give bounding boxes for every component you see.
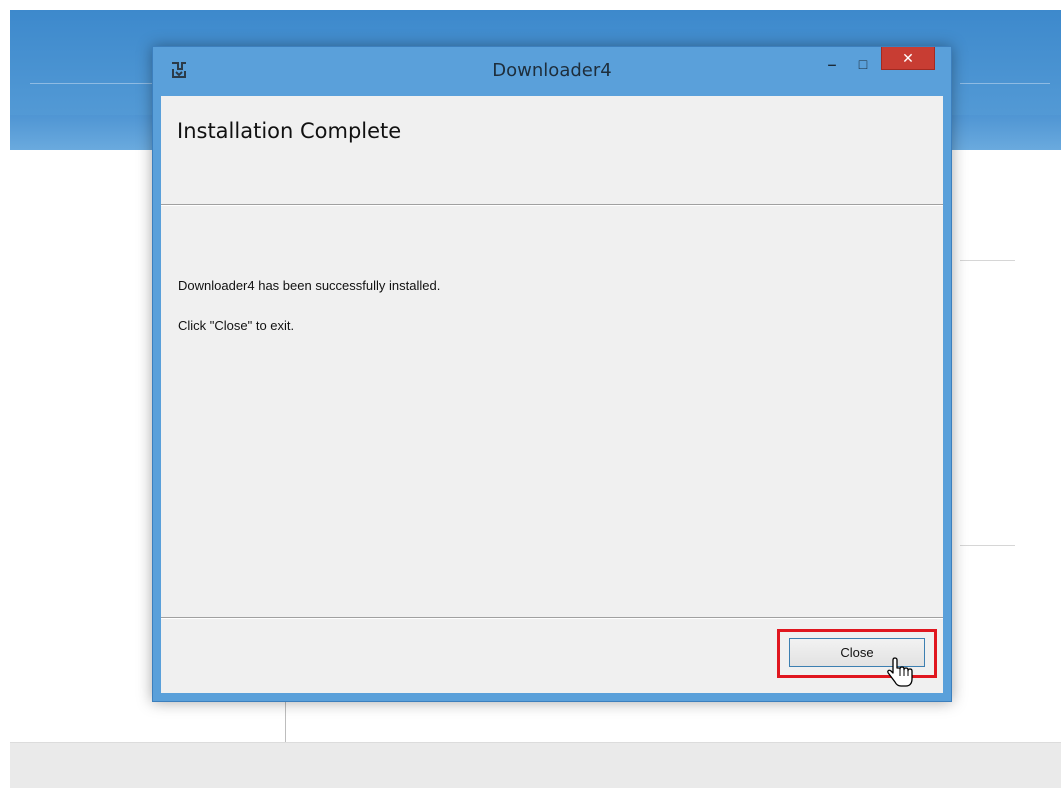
installer-dialog: Downloader4 ‒ □ ✕ Installation Complete …: [152, 46, 952, 702]
background-decoration: [30, 83, 170, 84]
close-glyph: ✕: [902, 49, 914, 66]
maximize-icon[interactable]: □: [849, 53, 877, 75]
header-panel: Installation Complete: [161, 96, 943, 206]
instruction-message: Click "Close" to exit.: [178, 318, 295, 333]
minimize-glyph: ‒: [828, 56, 836, 72]
close-icon[interactable]: ✕: [881, 47, 935, 70]
background-divider: [960, 545, 1015, 546]
minimize-icon[interactable]: ‒: [817, 53, 847, 75]
hand-pointer-icon: [886, 656, 916, 690]
background-divider: [960, 260, 1015, 261]
background-decoration: [960, 83, 1050, 84]
maximize-glyph: □: [858, 56, 868, 72]
page-title: Installation Complete: [177, 119, 402, 143]
footer-divider-highlight: [161, 618, 943, 619]
success-message: Downloader4 has been successfully instal…: [178, 278, 441, 293]
dialog-client-area: Installation Complete Downloader4 has be…: [161, 96, 943, 693]
background-bottom-bar: [10, 742, 1061, 788]
title-bar[interactable]: Downloader4 ‒ □ ✕: [153, 47, 951, 96]
